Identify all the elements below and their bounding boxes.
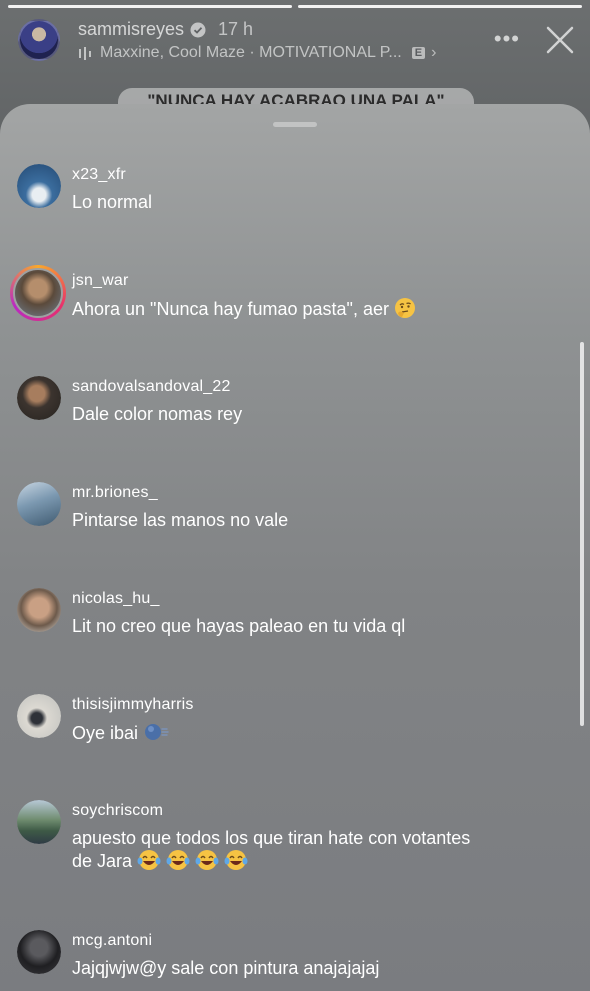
comment-username[interactable]: soychriscom — [72, 802, 163, 820]
comment-username[interactable]: mr.briones_ — [72, 484, 158, 502]
sheet-grabber[interactable] — [273, 122, 317, 127]
commenter-avatar[interactable] — [17, 482, 61, 526]
comment-text: Dale color nomas rey — [72, 404, 243, 424]
commenter-avatar[interactable] — [17, 588, 61, 632]
avatar-image — [17, 694, 61, 738]
progress-segment — [298, 5, 582, 8]
blue-dashing-icon — [145, 724, 169, 740]
post-time: 17 h — [218, 19, 254, 39]
scrollbar[interactable] — [580, 342, 584, 726]
comment-username[interactable]: nicolas_hu_ — [72, 590, 160, 608]
author-line[interactable]: sammisreyes 17 h — [78, 19, 253, 40]
comment-text-line: Oye ibai — [72, 721, 550, 744]
commenter-avatar[interactable] — [17, 930, 61, 974]
story-progress — [8, 5, 582, 8]
commenter-avatar[interactable] — [10, 265, 66, 321]
comment-text: Ahora un "Nunca hay fumao pasta", aer — [72, 299, 389, 319]
laughing-tears-icon — [195, 850, 219, 870]
comment-username[interactable]: sandovalsandoval_22 — [72, 378, 231, 396]
commenter-avatar[interactable] — [17, 694, 61, 738]
avatar-image — [17, 930, 61, 974]
comment-text: Oye ibai — [72, 723, 139, 743]
story-screen: sammisreyes 17 h Maxxine, Cool Maze · MO… — [0, 0, 590, 991]
avatar-image — [17, 376, 61, 420]
avatar-image — [17, 588, 61, 632]
comment-username[interactable]: thisisjimmyharris — [72, 696, 194, 714]
laughing-tears-icon — [224, 850, 248, 870]
comment-username[interactable]: x23_xfr — [72, 166, 126, 184]
comment-text: Lit no creo que hayas paleao en tu vida … — [72, 616, 406, 636]
comment-username[interactable]: jsn_war — [72, 272, 129, 290]
avatar-image — [17, 482, 61, 526]
commenter-avatar[interactable] — [17, 376, 61, 420]
avatar-image — [13, 268, 63, 318]
comment-text-line: apuesto que todos los que tiran hate con… — [72, 827, 472, 872]
laughing-tears-icon — [166, 850, 190, 870]
comment-text: Pintarse las manos no vale — [72, 510, 289, 530]
commenter-avatar[interactable] — [17, 164, 61, 208]
story-header: sammisreyes 17 h Maxxine, Cool Maze · MO… — [0, 14, 590, 74]
music-title[interactable]: Maxxine, Cool Maze · MOTIVATIONAL P... — [100, 44, 402, 62]
avatar-image — [17, 800, 61, 844]
comment-text: Lo normal — [72, 192, 153, 212]
chevron-right-icon: › — [431, 44, 437, 61]
comment-username[interactable]: mcg.antoni — [72, 932, 152, 950]
music-info[interactable]: Maxxine, Cool Maze · MOTIVATIONAL P... E… — [78, 44, 436, 62]
verified-icon — [190, 22, 206, 37]
avatar-image — [17, 164, 61, 208]
laughing-emoji-group — [137, 850, 248, 871]
music-bars-icon — [79, 47, 91, 60]
more-options-icon[interactable]: ••• — [494, 26, 520, 52]
close-icon[interactable] — [544, 24, 576, 56]
laughing-tears-icon — [137, 850, 161, 870]
progress-segment — [8, 5, 292, 8]
comment-text: Jajqjwjw@y sale con pintura anajajajaj — [72, 958, 380, 978]
progress-fill — [8, 5, 292, 8]
thinking-face-icon — [394, 298, 415, 318]
explicit-badge: E — [411, 47, 426, 59]
author-avatar[interactable] — [18, 19, 60, 61]
progress-fill — [298, 5, 582, 8]
commenter-avatar[interactable] — [17, 800, 61, 844]
comment-text: apuesto que todos los que tiran hate con… — [72, 828, 471, 871]
comments-sheet[interactable]: x23_xfr Lo normal jsn_war Ahora un "Nunc… — [0, 104, 590, 991]
author-username[interactable]: sammisreyes — [78, 19, 184, 40]
comment-text-line: Ahora un "Nunca hay fumao pasta", aer — [72, 297, 550, 320]
